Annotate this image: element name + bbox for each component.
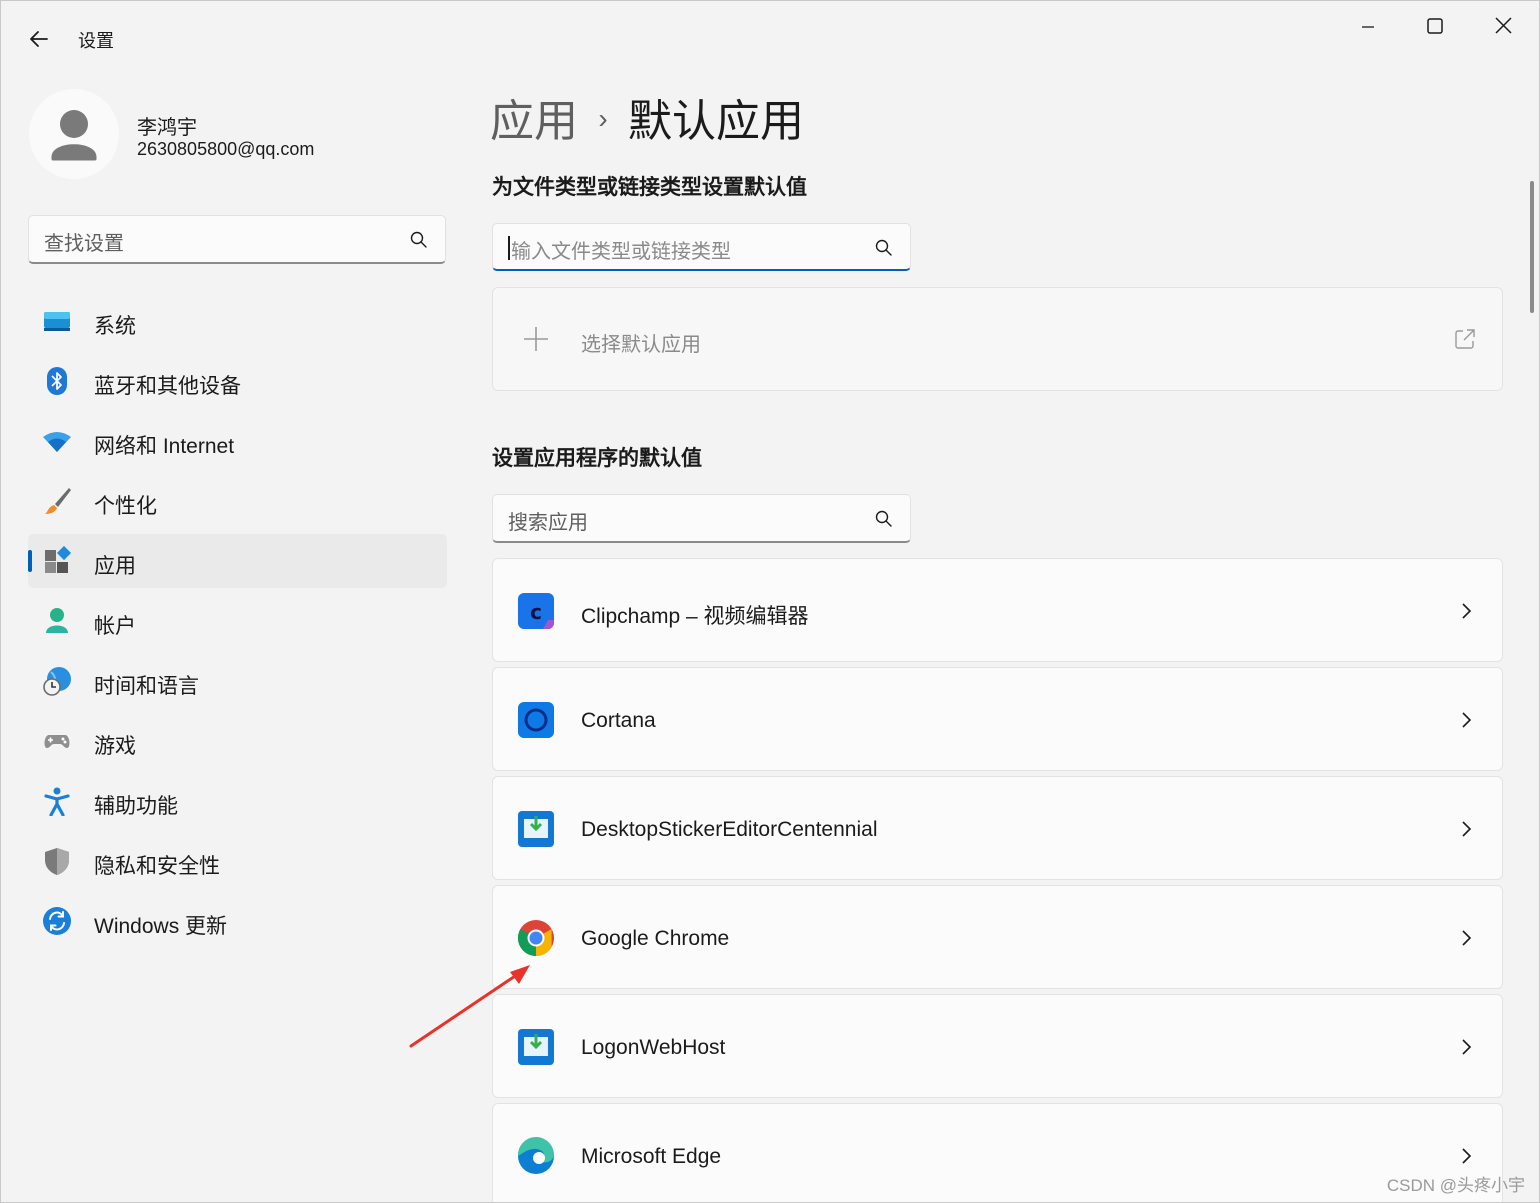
chevron-right-icon: [1462, 603, 1472, 619]
sidebar-item-label: 隐私和安全性: [94, 855, 220, 878]
minimize-icon: [1362, 26, 1374, 28]
app-item-clipchamp[interactable]: c Clipchamp – 视频编辑器: [492, 558, 1503, 662]
globe-clock-icon: [43, 667, 71, 696]
app-item-microsoft-edge[interactable]: Microsoft Edge: [492, 1103, 1503, 1202]
user-name: 李鸿宇: [137, 117, 197, 139]
edge-icon: [517, 1137, 554, 1174]
svg-text:c: c: [530, 600, 542, 624]
cortana-icon: [518, 702, 554, 738]
watermark: CSDN @头疼小宇: [1386, 1176, 1525, 1195]
app-item-cortana[interactable]: Cortana: [492, 667, 1503, 771]
choose-default-app-label: 选择默认应用: [581, 334, 701, 356]
chevron-right-icon: ›: [598, 103, 608, 134]
breadcrumb-parent-link[interactable]: 应用: [490, 97, 578, 146]
sidebar-item-label: 蓝牙和其他设备: [94, 375, 241, 398]
brush-icon: [45, 488, 71, 514]
search-icon: [875, 510, 892, 527]
app-name: Clipchamp – 视频编辑器: [581, 605, 809, 628]
account-icon: [46, 608, 68, 633]
maximize-button[interactable]: [1411, 7, 1457, 47]
apps-section-title: 设置应用程序的默认值: [492, 447, 702, 470]
app-name: LogonWebHost: [581, 1036, 726, 1059]
sidebar-item-personalization[interactable]: 个性化: [28, 474, 447, 528]
chevron-right-icon: [1462, 1148, 1472, 1164]
gamepad-icon: [44, 735, 70, 748]
clipchamp-icon: c: [518, 593, 554, 629]
red-arrow-annotation: [409, 965, 530, 1048]
close-icon: [1495, 17, 1512, 34]
app-list: c Clipchamp – 视频编辑器 Cortana DesktopStick…: [492, 558, 1503, 1202]
sidebar-item-label: Windows 更新: [94, 915, 228, 938]
maximize-icon: [1427, 18, 1443, 34]
sidebar-item-accessibility[interactable]: 辅助功能: [28, 774, 447, 828]
app-item-desktopstickereditor[interactable]: DesktopStickerEditorCentennial: [492, 776, 1503, 880]
external-link-icon: [1455, 329, 1475, 349]
sidebar-nav: 系统 蓝牙和其他设备 网络和 Internet 个性化 应用 帐户 时间和语言 …: [28, 294, 447, 954]
close-button[interactable]: [1480, 7, 1526, 47]
chevron-right-icon: [1462, 930, 1472, 946]
chevron-right-icon: [1462, 1039, 1472, 1055]
settings-search-placeholder: 查找设置: [44, 233, 124, 255]
sidebar-item-label: 系统: [94, 315, 136, 338]
sidebar-item-system[interactable]: 系统: [28, 294, 447, 348]
sidebar-item-time-language[interactable]: 时间和语言: [28, 654, 447, 708]
app-item-logonwebhost[interactable]: LogonWebHost: [492, 994, 1503, 1098]
sidebar-item-label: 时间和语言: [94, 675, 199, 698]
system-icon: [44, 312, 70, 331]
filetype-search-input[interactable]: 输入文件类型或链接类型: [492, 223, 911, 271]
apps-icon: [45, 546, 72, 573]
breadcrumb: 应用 › 默认应用: [490, 85, 804, 146]
sidebar-item-label: 游戏: [94, 735, 136, 758]
sidebar-item-label: 辅助功能: [94, 795, 178, 818]
app-name: DesktopStickerEditorCentennial: [581, 818, 878, 841]
person-icon: [51, 110, 97, 161]
app-search-input[interactable]: 搜索应用: [492, 494, 911, 543]
text-caret: [508, 236, 510, 260]
plus-icon: [524, 327, 548, 351]
app-item-google-chrome[interactable]: Google Chrome: [492, 885, 1503, 989]
filetypes-section-title: 为文件类型或链接类型设置默认值: [492, 176, 807, 199]
sidebar-item-bluetooth[interactable]: 蓝牙和其他设备: [28, 354, 447, 408]
user-email: 2630805800@qq.com: [137, 139, 315, 159]
app-title: 设置: [78, 31, 114, 51]
choose-default-app-card: 选择默认应用: [492, 287, 1503, 391]
vertical-scrollbar[interactable]: [1530, 181, 1534, 313]
sidebar-item-label: 个性化: [94, 495, 157, 518]
chrome-icon: [517, 920, 554, 956]
chevron-right-icon: [1462, 821, 1472, 837]
avatar[interactable]: [29, 89, 119, 179]
shield-icon: [45, 848, 69, 875]
sidebar-item-network[interactable]: 网络和 Internet: [28, 414, 447, 468]
filetype-search-placeholder: 输入文件类型或链接类型: [511, 241, 731, 263]
app-name: Microsoft Edge: [581, 1145, 722, 1168]
chevron-right-icon: [1462, 712, 1472, 728]
sidebar-item-label: 应用: [94, 555, 136, 578]
back-arrow-icon: [30, 31, 48, 47]
sidebar-item-label: 帐户: [94, 615, 136, 638]
page-title: 默认应用: [628, 97, 804, 146]
app-search-placeholder: 搜索应用: [508, 512, 588, 534]
accessibility-icon: [44, 787, 70, 816]
title-bar: 设置: [1, 1, 1539, 73]
settings-search-input[interactable]: 查找设置: [28, 215, 446, 264]
download-box-icon: [518, 811, 554, 847]
sidebar-item-accounts[interactable]: 帐户: [28, 594, 447, 648]
sidebar-item-gaming[interactable]: 游戏: [28, 714, 447, 768]
back-button[interactable]: [23, 23, 55, 55]
sidebar-item-windows-update[interactable]: Windows 更新: [28, 894, 447, 948]
sidebar-item-privacy[interactable]: 隐私和安全性: [28, 834, 447, 888]
settings-window: 设置 李鸿宇 2630805800@qq.com 查找设置 系统 蓝牙和其他设备…: [0, 0, 1540, 1203]
app-name: Google Chrome: [581, 927, 730, 950]
minimize-button[interactable]: [1345, 7, 1391, 47]
selected-indicator: [28, 550, 32, 572]
bluetooth-icon: [47, 367, 67, 395]
sidebar-item-apps[interactable]: 应用: [28, 534, 447, 588]
update-icon: [43, 907, 71, 935]
search-icon: [410, 231, 427, 248]
sidebar-item-label: 网络和 Internet: [94, 435, 235, 458]
wifi-icon: [43, 432, 71, 452]
app-name: Cortana: [581, 709, 656, 732]
search-icon: [875, 239, 892, 256]
